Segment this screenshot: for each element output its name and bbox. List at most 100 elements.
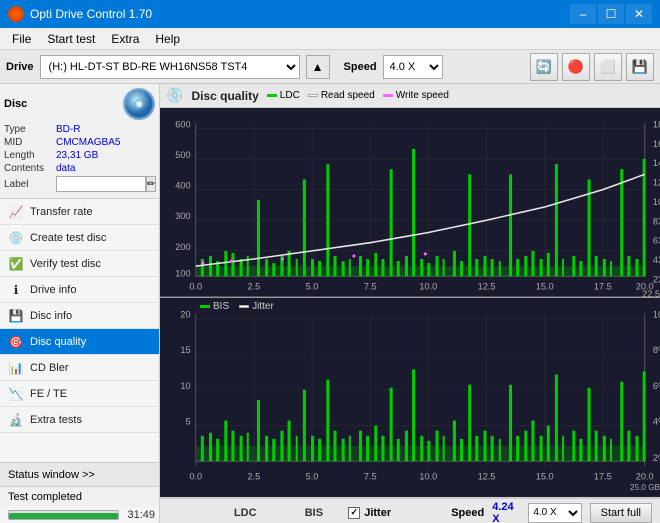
sidebar-item-transfer-rate[interactable]: 📈 Transfer rate xyxy=(0,199,159,225)
stats-bis-header: BIS xyxy=(280,507,349,519)
svg-text:0.0: 0.0 xyxy=(189,471,202,481)
disc-contents-row: Contents data xyxy=(4,163,155,174)
test-completed-label: Test completed xyxy=(0,487,159,507)
jitter-checkbox[interactable]: ✓ xyxy=(348,507,360,519)
menu-file[interactable]: File xyxy=(4,30,39,48)
disc-type-row: Type BD-R xyxy=(4,124,155,135)
status-window-button[interactable]: Status window >> xyxy=(0,463,159,487)
svg-text:8%: 8% xyxy=(653,345,660,355)
svg-text:8X: 8X xyxy=(653,216,660,226)
bottom-chart-wrapper: BIS Jitter xyxy=(160,298,660,498)
drive-toolbar: 🔄 🔴 ⬜ 💾 xyxy=(530,53,654,81)
disc-info-icon: 💾 xyxy=(8,308,24,324)
top-chart-svg: 600 500 400 300 200 100 18X 16X 14X 12X … xyxy=(160,108,660,297)
eject-button[interactable]: ▲ xyxy=(306,55,330,79)
drive-label: Drive xyxy=(6,61,34,73)
svg-text:15.0: 15.0 xyxy=(536,282,554,292)
nav-items: 📈 Transfer rate 💿 Create test disc ✅ Ver… xyxy=(0,199,159,462)
disc-length-value: 23,31 GB xyxy=(56,150,98,161)
disc-label-edit-button[interactable]: ✏ xyxy=(146,176,156,192)
jitter-section: ✓ Jitter xyxy=(348,507,451,519)
chart-header: 💿 Disc quality LDC Read speed Write spee… xyxy=(160,84,660,108)
svg-text:6X: 6X xyxy=(653,236,660,246)
speed-select[interactable]: 4.0 X 2.0 X 8.0 X xyxy=(383,55,443,79)
progress-track xyxy=(8,510,119,520)
burn-button[interactable]: 🔴 xyxy=(562,53,590,81)
close-button[interactable]: ✕ xyxy=(626,4,652,24)
sidebar-item-label: Verify test disc xyxy=(30,258,101,270)
sidebar-item-create-test-disc[interactable]: 💿 Create test disc xyxy=(0,225,159,251)
progress-row: 31:49 xyxy=(0,507,159,523)
disc-mid-row: MID CMCMAGBA5 xyxy=(4,137,155,148)
svg-text:2X: 2X xyxy=(653,274,660,284)
drive-select[interactable]: (H:) HL-DT-ST BD-RE WH16NS58 TST4 xyxy=(40,55,300,79)
svg-text:10.0: 10.0 xyxy=(419,471,437,481)
menu-help[interactable]: Help xyxy=(147,30,188,48)
time-display: 31:49 xyxy=(127,509,155,521)
sidebar-item-extra-tests[interactable]: 🔬 Extra tests xyxy=(0,407,159,433)
sidebar-item-disc-info[interactable]: 💾 Disc info xyxy=(0,303,159,329)
svg-text:5.0: 5.0 xyxy=(306,471,319,481)
disc-contents-value: data xyxy=(56,163,75,174)
read-speed-legend-color xyxy=(308,94,318,97)
charts-container: 600 500 400 300 200 100 18X 16X 14X 12X … xyxy=(160,108,660,498)
disc-label-input[interactable] xyxy=(56,176,146,192)
transfer-rate-icon: 📈 xyxy=(8,204,24,220)
svg-text:400: 400 xyxy=(175,181,190,191)
save-button[interactable]: 💾 xyxy=(626,53,654,81)
legend-read-speed: Read speed xyxy=(308,90,375,101)
write-speed-legend-label: Write speed xyxy=(396,90,449,101)
sidebar: Disc Type xyxy=(0,84,160,523)
sidebar-item-label: Transfer rate xyxy=(30,206,93,218)
maximize-button[interactable]: ☐ xyxy=(598,4,624,24)
svg-text:200: 200 xyxy=(175,242,190,252)
svg-text:600: 600 xyxy=(175,119,190,129)
svg-text:17.5: 17.5 xyxy=(594,471,612,481)
fe-te-icon: 📉 xyxy=(8,386,24,402)
svg-text:22.5: 22.5 xyxy=(642,289,660,297)
sidebar-item-verify-test-disc[interactable]: ✅ Verify test disc xyxy=(0,251,159,277)
sidebar-item-label: Drive info xyxy=(30,284,76,296)
stats-header-row: LDC BIS ✓ Jitter Speed 4.24 X 4.0 X 2.0 … xyxy=(160,499,660,523)
bis-legend: BIS xyxy=(200,301,229,312)
minimize-button[interactable]: – xyxy=(570,4,596,24)
disc-panel-title: Disc xyxy=(4,98,27,110)
start-full-button[interactable]: Start full xyxy=(590,503,652,523)
svg-text:16X: 16X xyxy=(653,139,660,149)
sidebar-item-cd-bler[interactable]: 📊 CD Bler xyxy=(0,355,159,381)
disc-contents-label: Contents xyxy=(4,163,56,174)
svg-text:12X: 12X xyxy=(653,178,660,188)
sidebar-item-fe-te[interactable]: 📉 FE / TE xyxy=(0,381,159,407)
bis-legend-label: BIS xyxy=(213,301,229,312)
legend: LDC Read speed Write speed xyxy=(267,90,449,101)
sidebar-status: Status window >> Test completed 31:49 xyxy=(0,462,159,523)
chart-title: Disc quality xyxy=(191,89,258,103)
refresh-button[interactable]: 🔄 xyxy=(530,53,558,81)
svg-text:5: 5 xyxy=(186,416,191,426)
speed-header-label: Speed xyxy=(451,507,484,519)
disc-quality-icon: 🎯 xyxy=(8,334,24,350)
svg-text:10X: 10X xyxy=(653,197,660,207)
sidebar-item-label: Disc info xyxy=(30,310,72,322)
svg-text:10%: 10% xyxy=(653,309,660,319)
disc-panel: Disc Type xyxy=(0,84,159,199)
erase-button[interactable]: ⬜ xyxy=(594,53,622,81)
disc-type-value: BD-R xyxy=(56,124,80,135)
disc-label-label: Label xyxy=(4,179,56,190)
sidebar-item-label: Disc quality xyxy=(30,336,86,348)
speed-select-stats[interactable]: 4.0 X 2.0 X 8.0 X xyxy=(528,503,581,523)
sidebar-item-drive-info[interactable]: ℹ Drive info xyxy=(0,277,159,303)
svg-text:7.5: 7.5 xyxy=(364,471,377,481)
sidebar-item-label: FE / TE xyxy=(30,388,67,400)
bottom-chart-svg: 20 15 10 5 10% 8% 6% 4% 2% 0.0 2.5 5.0 7… xyxy=(160,298,660,497)
svg-text:500: 500 xyxy=(175,150,190,160)
svg-text:2.5: 2.5 xyxy=(247,471,260,481)
speed-info: Speed 4.24 X 4.0 X 2.0 X 8.0 X Start ful… xyxy=(451,501,652,523)
menu-start-test[interactable]: Start test xyxy=(39,30,103,48)
sidebar-item-label: Create test disc xyxy=(30,232,106,244)
svg-text:20.0: 20.0 xyxy=(636,471,654,481)
sidebar-item-disc-quality[interactable]: 🎯 Disc quality xyxy=(0,329,159,355)
menu-extra[interactable]: Extra xyxy=(103,30,147,48)
title-bar-left: Opti Drive Control 1.70 xyxy=(8,6,152,22)
ldc-legend-label: LDC xyxy=(280,90,300,101)
